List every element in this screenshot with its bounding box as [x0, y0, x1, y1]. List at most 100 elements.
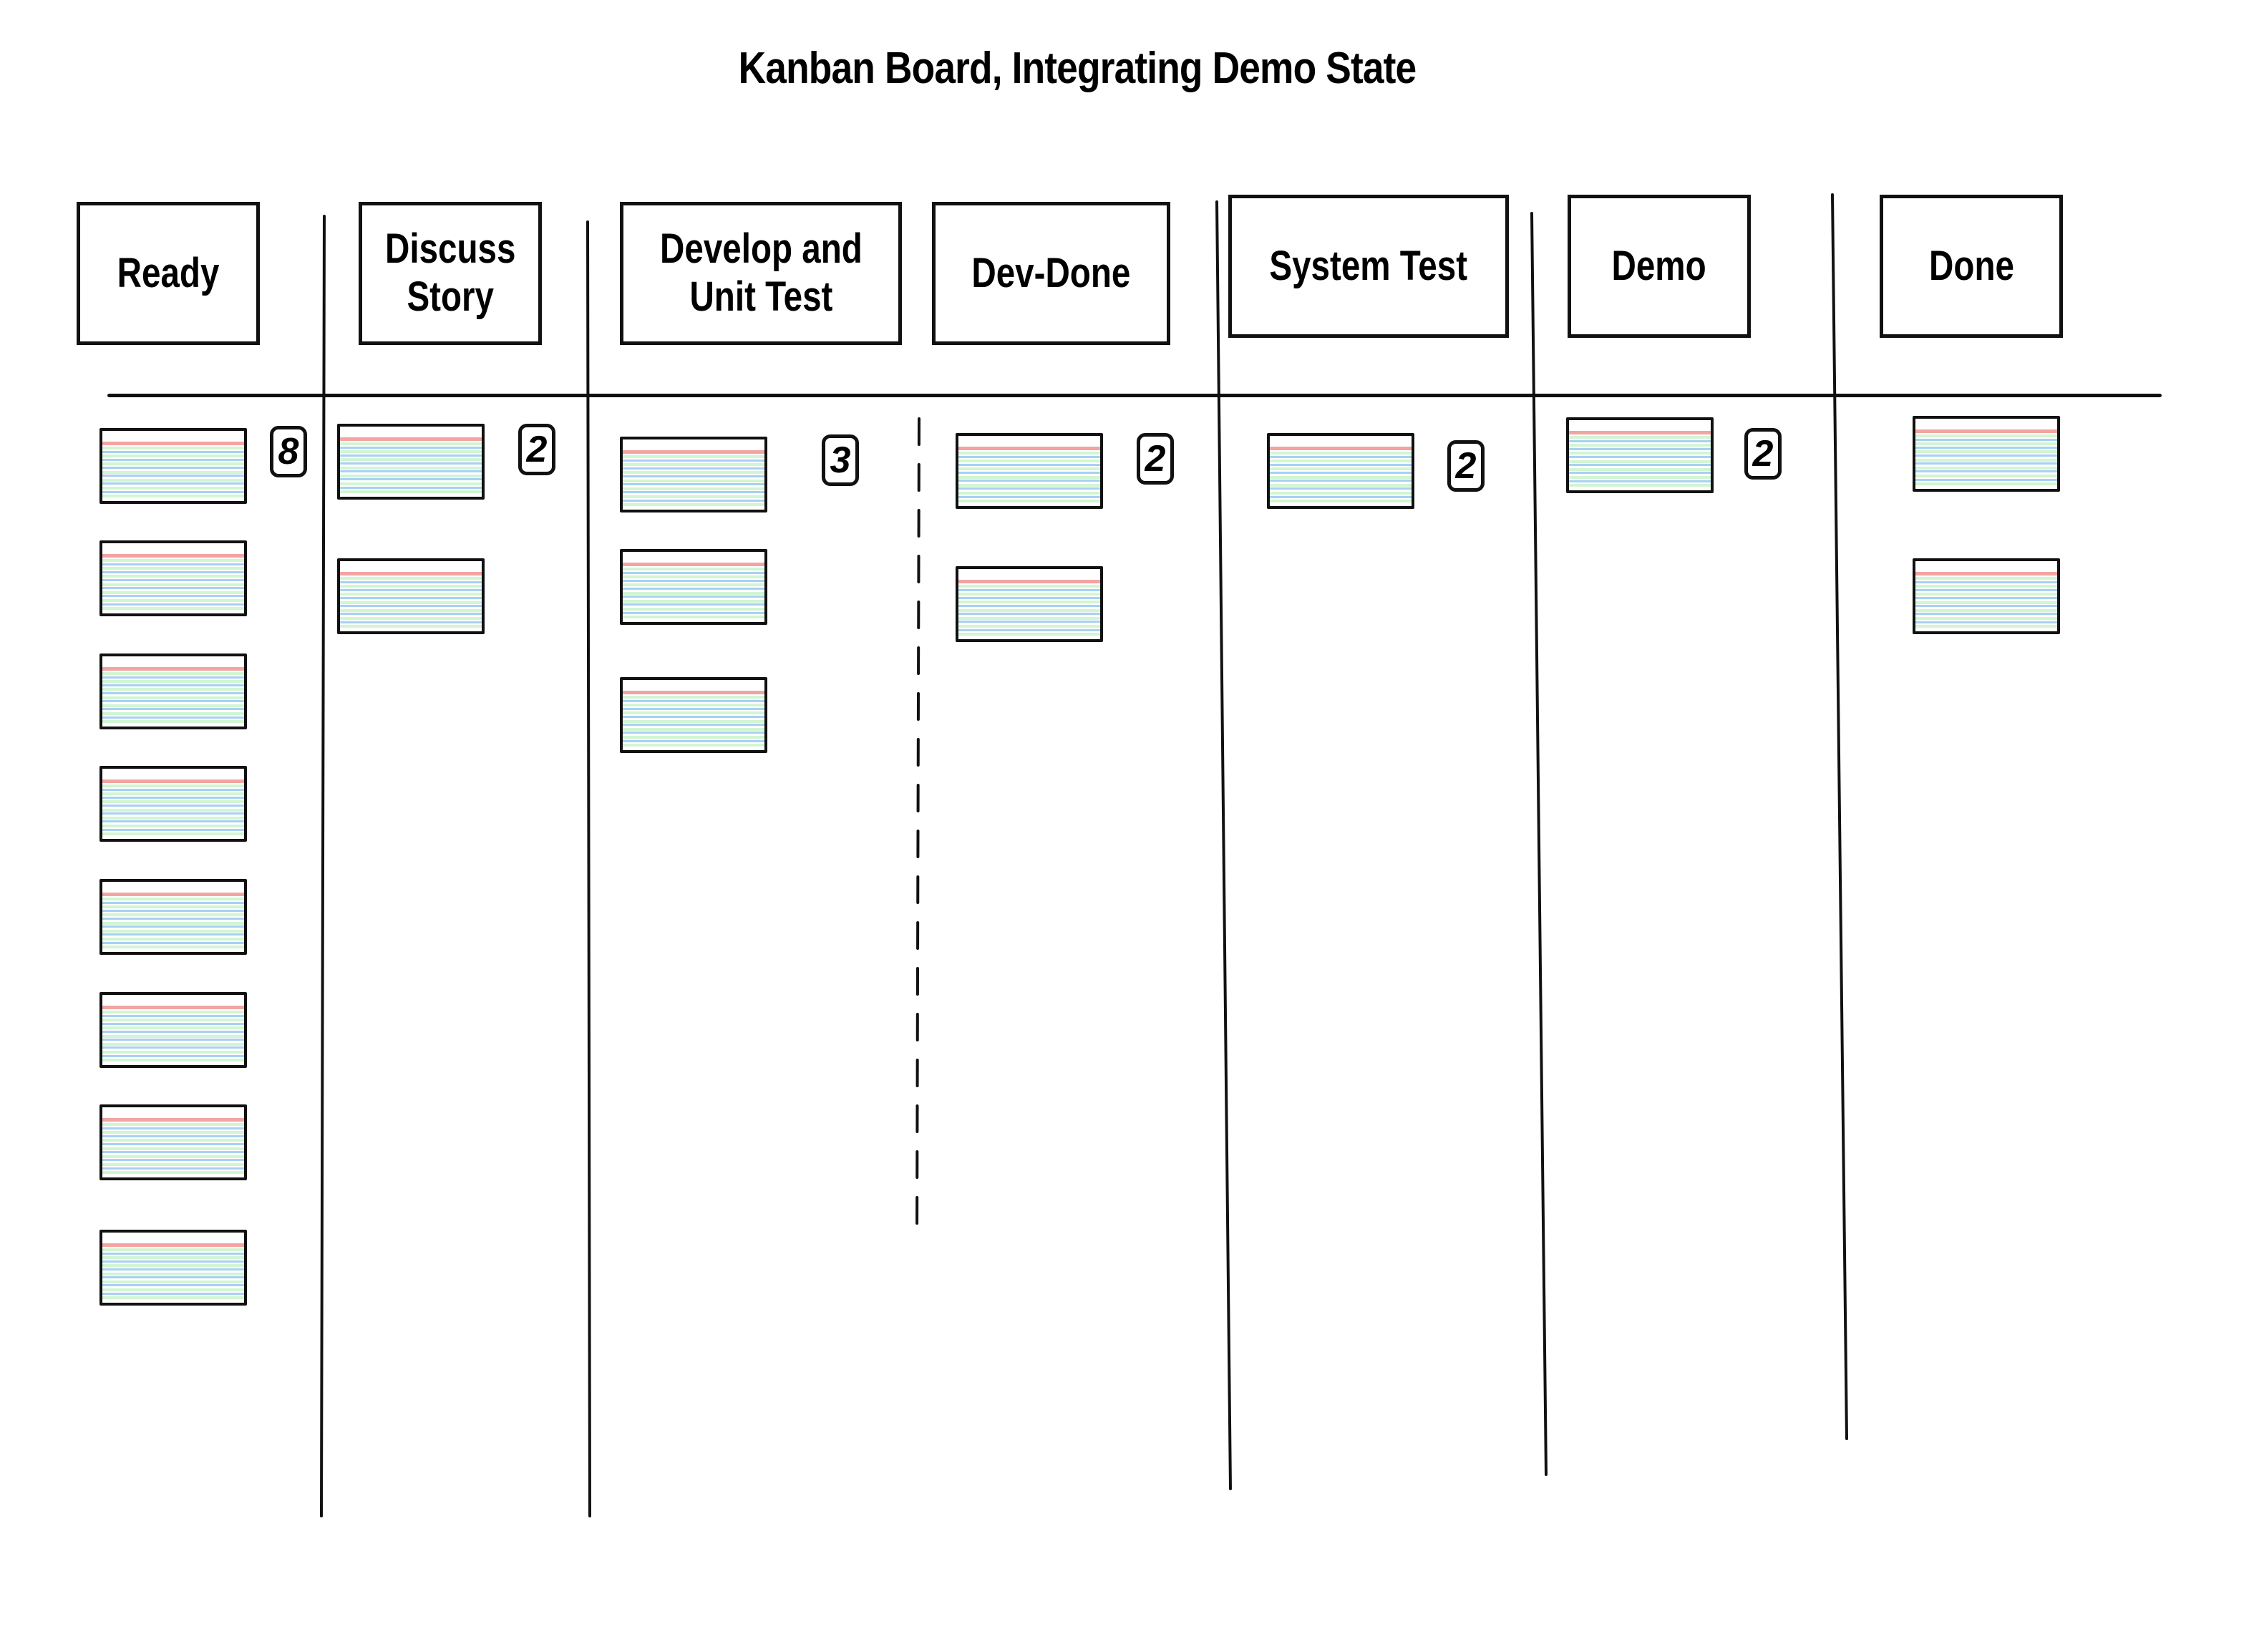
card-rule-line: [623, 467, 764, 470]
story-card[interactable]: [99, 428, 247, 504]
story-card[interactable]: [99, 992, 247, 1068]
card-rule-line: [958, 596, 1100, 599]
card-rule-line: [1915, 577, 2057, 580]
card-rule-line: [340, 482, 482, 485]
column-label: Done: [1928, 242, 2014, 289]
card-rule-line: [1270, 492, 1412, 495]
card-rule-line: [958, 495, 1100, 498]
wip-limit-value: 2: [1455, 445, 1477, 487]
card-rule-line: [623, 591, 764, 595]
card-rule-line: [102, 1155, 244, 1158]
column-label: Discuss Story: [384, 225, 516, 320]
card-rule-line: [102, 487, 244, 490]
card-rule-line: [958, 605, 1100, 607]
card-rule-line: [102, 720, 244, 724]
story-card[interactable]: [1267, 433, 1414, 509]
story-card[interactable]: [1913, 416, 2060, 492]
card-rule-line: [102, 1296, 244, 1300]
wip-limit-badge-system-test: 2: [1447, 440, 1485, 492]
card-rule-line: [102, 1292, 244, 1295]
card-header-rule: [102, 554, 244, 558]
card-rule-line: [102, 692, 244, 694]
card-rule-line: [623, 744, 764, 747]
card-rule-line: [102, 696, 244, 699]
story-card[interactable]: [956, 566, 1103, 642]
card-rule-line: [958, 621, 1100, 623]
card-rule-line: [340, 442, 482, 445]
card-rule-line: [623, 575, 764, 579]
card-header-rule: [958, 447, 1100, 450]
card-rule-line: [1270, 460, 1412, 463]
card-rule-line: [102, 1272, 244, 1276]
board-title: Kanban Board, Integrating Demo State: [738, 44, 1417, 93]
card-rule-line: [1915, 462, 2057, 465]
wip-limit-badge-demo: 2: [1744, 428, 1782, 480]
card-rule-line: [102, 812, 244, 815]
card-rule-line: [102, 820, 244, 823]
story-card[interactable]: [620, 549, 767, 625]
card-rule-line: [102, 1260, 244, 1263]
card-rule-line: [102, 1031, 244, 1033]
card-rule-line: [1915, 621, 2057, 623]
story-card[interactable]: [99, 1104, 247, 1180]
story-card[interactable]: [99, 766, 247, 842]
card-rule-line: [102, 475, 244, 477]
card-rule-line: [102, 447, 244, 450]
story-card[interactable]: [99, 653, 247, 729]
card-rule-line: [102, 1123, 244, 1126]
story-card[interactable]: [337, 424, 485, 500]
story-card[interactable]: [99, 879, 247, 955]
card-rule-line: [102, 946, 244, 949]
card-rule-line: [102, 1268, 244, 1270]
card-rule-line: [340, 593, 482, 596]
card-rule-line: [1569, 484, 1711, 487]
story-card[interactable]: [337, 558, 485, 634]
card-rule-line: [102, 1171, 244, 1175]
card-rule-line: [1569, 480, 1711, 482]
card-rule-line: [102, 1167, 244, 1170]
card-rule-line: [623, 455, 764, 458]
column-header-develop-unit-test: Develop and Unit Test: [620, 202, 902, 345]
divider-ready-discuss: [320, 215, 326, 1517]
card-rule-line: [340, 580, 482, 583]
card-rule-line: [102, 913, 244, 917]
card-rule-line: [623, 491, 764, 494]
column-label: Ready: [117, 249, 220, 296]
card-rule-line: [340, 446, 482, 449]
story-card[interactable]: [1566, 417, 1714, 493]
card-rule-line: [958, 467, 1100, 471]
story-card[interactable]: [1913, 558, 2060, 634]
card-rule-line: [958, 455, 1100, 458]
card-rule-line: [1270, 452, 1412, 455]
story-card[interactable]: [956, 433, 1103, 509]
card-rule-line: [102, 676, 244, 679]
card-rule-line: [102, 559, 244, 562]
card-rule-line: [102, 784, 244, 787]
card-header-rule: [623, 563, 764, 566]
card-rule-line: [623, 699, 764, 702]
wip-limit-badge-dev-done: 2: [1137, 433, 1174, 485]
card-header-rule: [958, 580, 1100, 583]
card-rule-line: [102, 708, 244, 711]
story-card[interactable]: [620, 677, 767, 753]
card-rule-line: [340, 588, 482, 591]
card-rule-line: [1915, 482, 2057, 486]
card-rule-line: [1915, 455, 2057, 457]
card-header-rule: [623, 450, 764, 454]
card-rule-line: [340, 597, 482, 599]
card-rule-line: [102, 575, 244, 578]
card-rule-line: [102, 1252, 244, 1255]
story-card[interactable]: [99, 540, 247, 616]
card-rule-line: [340, 585, 482, 588]
card-rule-line: [1270, 480, 1412, 482]
card-rule-line: [1915, 442, 2057, 446]
card-rule-line: [102, 1256, 244, 1260]
card-header-rule: [102, 1243, 244, 1247]
card-header-rule: [102, 1006, 244, 1009]
story-card[interactable]: [99, 1230, 247, 1306]
column-label: Dev-Done: [971, 249, 1131, 296]
card-rule-line: [1270, 483, 1412, 487]
card-rule-line: [102, 672, 244, 675]
card-rule-line: [1569, 452, 1711, 455]
story-card[interactable]: [620, 437, 767, 512]
